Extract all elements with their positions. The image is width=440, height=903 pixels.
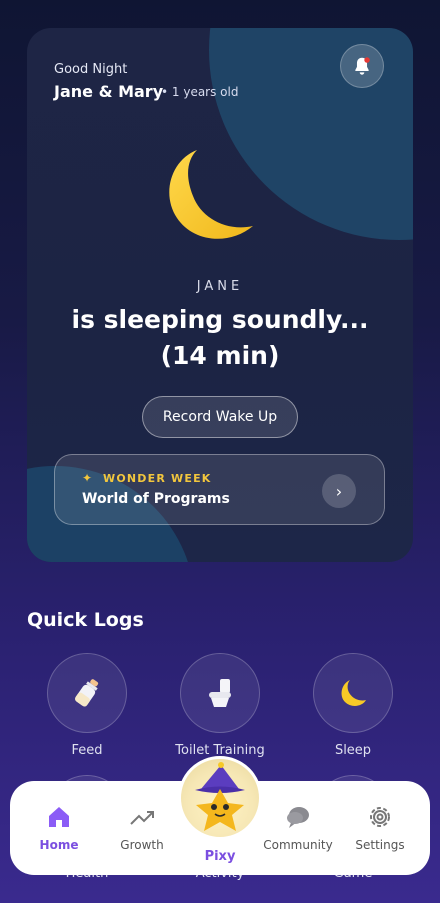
quick-log-feed-button[interactable] [47,653,127,733]
nav-growth[interactable]: Growth [102,803,182,852]
sleep-status-text: is sleeping soundly... (14 min) [71,305,369,370]
pixy-mascot-icon [195,762,245,831]
notification-button[interactable] [340,44,384,88]
quick-log-sleep[interactable]: Sleep [293,653,413,758]
nav-settings[interactable]: Settings [340,803,420,852]
bottle-icon [74,679,99,707]
children-names: Jane & Mary [54,82,164,101]
toilet-icon [209,679,231,707]
record-wake-up-button[interactable]: Record Wake Up [142,396,298,438]
wonder-week-card[interactable]: ✦ WONDER WEEK World of Programs › [54,454,385,525]
nav-label: Home [39,838,79,852]
quick-log-feed[interactable]: Feed [27,653,147,758]
quick-log-sleep-button[interactable] [313,653,393,733]
nav-label: Community [263,838,333,852]
chevron-right-icon[interactable]: › [322,474,356,508]
nav-label: Growth [120,838,164,852]
child-name: JANE [196,279,244,294]
growth-icon [130,811,154,825]
nav-home[interactable]: Home [19,803,99,852]
home-icon [49,807,69,827]
moon-icon [169,150,253,239]
greeting: Good Night [54,62,128,77]
moon-icon [341,680,366,706]
quick-log-label: Sleep [334,743,372,758]
nav-pixy[interactable] [178,756,262,840]
sparkle-icon: ✦ [82,471,93,485]
quick-log-label: Feed [71,743,103,758]
nav-label: Settings [355,838,405,852]
nav-pixy-label: Pixy [204,849,236,864]
sleep-status-card: Good Night Jane & Mary • 1 years old JAN… [27,28,413,562]
wonder-week-title: World of Programs [82,491,230,507]
wonder-week-tag: WONDER WEEK [103,472,212,485]
nav-community[interactable]: Community [258,803,338,852]
bell-icon [355,57,370,75]
quick-log-toilet-training[interactable]: Toilet Training [160,653,280,758]
quick-log-toilet-button[interactable] [180,653,260,733]
quick-logs-title: Quick Logs [27,609,144,631]
gear-icon [370,807,390,827]
chat-icon [287,807,309,828]
children-age: • 1 years old [161,85,239,99]
